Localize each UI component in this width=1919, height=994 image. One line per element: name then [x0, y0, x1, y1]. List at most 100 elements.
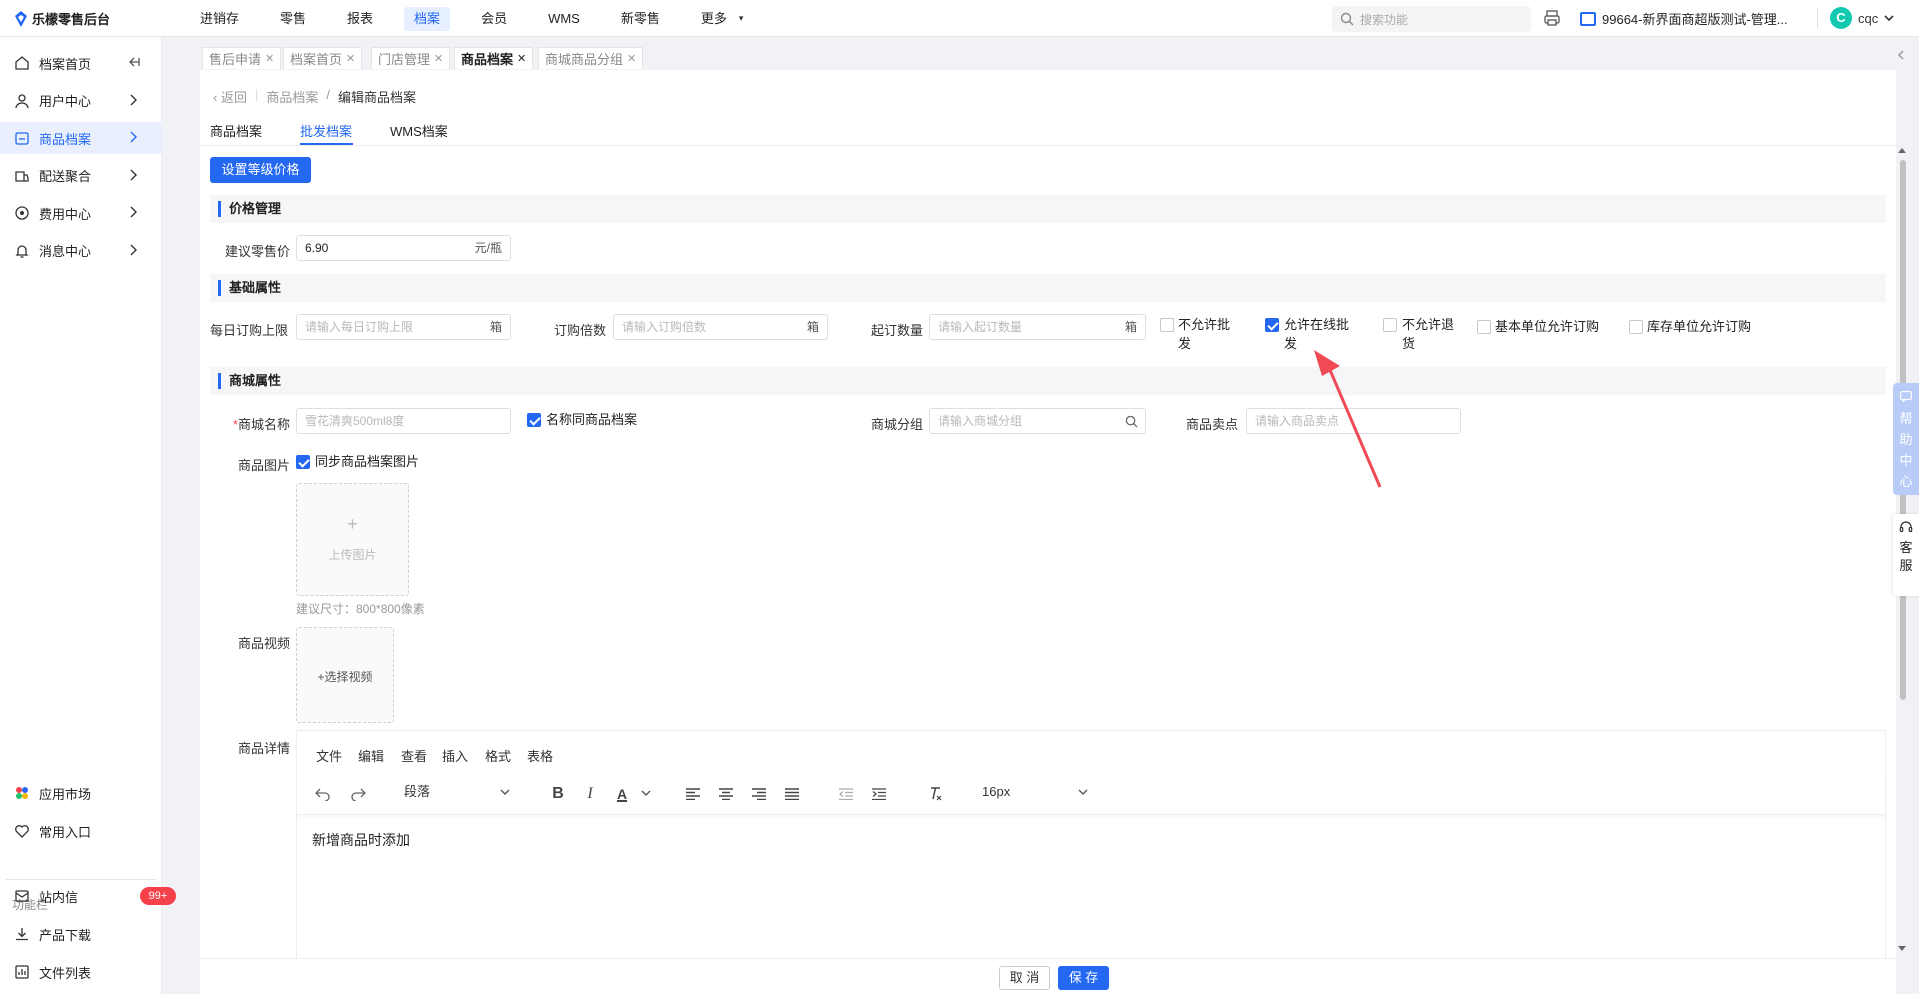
set-level-price-button[interactable]: 设置等级价格: [210, 157, 311, 183]
mall-name-input[interactable]: 雪花清爽500ml8度: [296, 408, 511, 434]
allow-online-wholesale-checkbox[interactable]: [1265, 318, 1279, 332]
nav-item-6[interactable]: 新零售: [611, 7, 670, 31]
page-tab-4[interactable]: 商城商品分组 ✕: [538, 47, 644, 69]
search-input[interactable]: 搜索功能: [1332, 6, 1531, 32]
scroll-up-icon[interactable]: [1898, 147, 1906, 153]
stock-unit-order-checkbox[interactable]: [1629, 320, 1643, 334]
no-wholesale-checkbox[interactable]: [1160, 318, 1174, 332]
home-icon: [13, 55, 30, 72]
close-icon[interactable]: ✕: [517, 52, 526, 65]
user-menu[interactable]: C cqc: [1830, 7, 1894, 29]
editor-content[interactable]: 新增商品时添加: [312, 830, 410, 850]
chevron-right-icon: [130, 244, 137, 255]
page-tab-0[interactable]: 售后申请 ✕: [202, 47, 282, 69]
sidebar-item-1-label: 用户中心: [39, 94, 92, 109]
align-right-icon[interactable]: [749, 784, 769, 804]
min-order-input[interactable]: 请输入起订数量 箱: [929, 314, 1146, 340]
subtab-wholesale-file[interactable]: 批发档案: [300, 121, 352, 140]
retail-price-value: 6.90: [305, 241, 329, 255]
save-button[interactable]: 保 存: [1058, 966, 1109, 990]
daily-limit-input[interactable]: 请输入每日订购上限 箱: [296, 314, 511, 340]
sidebar-item-2-label: 商品档案: [39, 131, 92, 147]
close-icon[interactable]: ✕: [265, 52, 274, 65]
nav-item-3[interactable]: 档案: [404, 6, 451, 31]
italic-icon[interactable]: I: [580, 784, 600, 804]
collapse-sidebar-icon[interactable]: [126, 55, 140, 69]
upload-image-box[interactable]: + 上传图片: [296, 483, 409, 596]
scroll-down-icon[interactable]: [1898, 946, 1906, 952]
retail-price-input[interactable]: 6.90 元/瓶: [296, 235, 511, 261]
sidebar-item-4[interactable]: 费用中心: [0, 197, 162, 229]
paragraph-select[interactable]: 段落: [396, 779, 516, 805]
editor-menu-table[interactable]: 表格: [527, 746, 553, 765]
editor-menu-insert[interactable]: 插入: [442, 746, 468, 765]
subtab-wms-file[interactable]: WMS档案: [390, 121, 448, 140]
no-return-label: 不允许退货: [1402, 317, 1455, 351]
sidebar-bottom-item-0[interactable]: 应用市场: [0, 777, 162, 809]
sidebar-item-5-label: 消息中心: [39, 244, 92, 259]
close-icon[interactable]: ✕: [627, 52, 636, 65]
breadcrumb-parent[interactable]: 商品档案: [266, 87, 318, 106]
tabs-scroll-left-icon[interactable]: [1895, 49, 1907, 61]
redo-icon[interactable]: [348, 784, 368, 804]
page-tab-1[interactable]: 档案首页 ✕: [283, 47, 363, 69]
help-center-button[interactable]: 帮 助 中 心: [1893, 383, 1919, 495]
subtab-product-file[interactable]: 商品档案: [210, 121, 262, 140]
store-icon: [1580, 11, 1596, 26]
same-name-checkbox[interactable]: [527, 413, 541, 427]
daily-limit-label: 每日订购上限: [210, 323, 289, 338]
nav-item-0[interactable]: 进销存: [190, 7, 249, 31]
close-icon[interactable]: ✕: [434, 52, 443, 65]
nav-item-4[interactable]: 会员: [471, 7, 517, 31]
editor-menu-format[interactable]: 格式: [485, 746, 511, 765]
nav-item-5[interactable]: WMS: [538, 7, 590, 31]
sidebar-bottom-item-1[interactable]: 常用入口: [0, 815, 162, 847]
customer-service-button[interactable]: 客 服: [1893, 514, 1919, 596]
nav-item-7[interactable]: 更多: [691, 7, 737, 31]
app-logo[interactable]: 乐檬零售后台: [14, 9, 110, 28]
sidebar-item-5[interactable]: 消息中心: [0, 235, 162, 267]
undo-icon[interactable]: [313, 784, 333, 804]
sidebar-item-1[interactable]: 用户中心: [0, 85, 162, 117]
align-center-icon[interactable]: [716, 784, 736, 804]
indent-icon[interactable]: [869, 784, 889, 804]
nav-item-2[interactable]: 报表: [337, 7, 383, 31]
select-video-box[interactable]: +选择视频: [296, 627, 394, 723]
outdent-icon[interactable]: [836, 784, 856, 804]
align-left-icon[interactable]: [683, 784, 703, 804]
nav-item-1[interactable]: 零售: [270, 7, 316, 31]
sidebar-func-item-1[interactable]: 产品下载: [0, 918, 162, 950]
selling-point-input[interactable]: 请输入商品卖点: [1246, 408, 1461, 434]
clear-format-icon[interactable]: [926, 784, 946, 804]
sidebar-item-0[interactable]: 档案首页: [0, 47, 162, 79]
base-unit-order-checkbox[interactable]: [1477, 320, 1491, 334]
sidebar-item-3[interactable]: 配送聚合: [0, 160, 162, 192]
chevron-down-icon[interactable]: [641, 790, 651, 797]
no-return-checkbox[interactable]: [1383, 318, 1397, 332]
page-tab-3[interactable]: 商品档案 ✕: [454, 47, 534, 69]
retail-price-unit: 元/瓶: [474, 241, 502, 255]
order-multiple-input[interactable]: 请输入订购倍数 箱: [613, 314, 828, 340]
selling-point-placeholder: 请输入商品卖点: [1255, 414, 1340, 428]
store-switcher[interactable]: 99664-新界面商超版测试-管理...: [1580, 9, 1788, 28]
editor-menu-edit[interactable]: 编辑: [358, 746, 384, 765]
close-icon[interactable]: ✕: [346, 52, 355, 65]
align-justify-icon[interactable]: [782, 784, 802, 804]
sidebar-func-item-0-label: 站内信: [39, 889, 79, 905]
bell-icon: [13, 242, 30, 259]
text-color-icon[interactable]: A: [612, 784, 632, 804]
mall-group-input[interactable]: 请输入商城分组: [929, 408, 1146, 434]
order-multiple-placeholder: 请输入订购倍数: [622, 320, 707, 334]
printer-icon[interactable]: [1543, 9, 1561, 27]
cancel-button[interactable]: 取 消: [999, 966, 1050, 990]
page-tab-2[interactable]: 门店管理 ✕: [371, 47, 451, 69]
editor-menu-file[interactable]: 文件: [316, 746, 342, 765]
font-size-select[interactable]: 16px: [974, 779, 1094, 805]
sidebar-func-item-0[interactable]: 站内信 99+: [0, 880, 176, 912]
sidebar-func-item-2[interactable]: 文件列表: [0, 956, 162, 988]
editor-menu-view[interactable]: 查看: [401, 746, 427, 765]
sync-image-checkbox[interactable]: [296, 455, 310, 469]
back-link[interactable]: ‹ 返回: [213, 87, 247, 106]
sidebar-item-2[interactable]: 商品档案: [0, 122, 162, 154]
bold-icon[interactable]: B: [548, 784, 568, 804]
